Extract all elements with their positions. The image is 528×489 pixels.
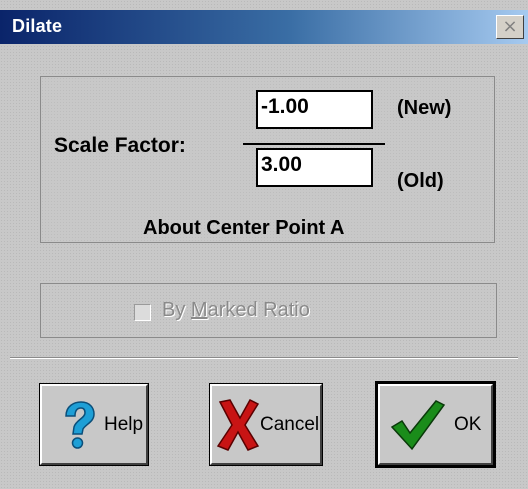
- old-label: (Old): [397, 170, 444, 192]
- center-point-label: About Center Point A: [143, 217, 345, 239]
- marked-ratio-label[interactable]: By Marked Ratio: [162, 299, 310, 322]
- new-label: (New): [397, 97, 452, 119]
- close-icon: ×: [502, 16, 518, 37]
- red-x-icon: [216, 398, 260, 451]
- new-value-input[interactable]: -1.00: [256, 90, 373, 129]
- cancel-label: Cancel: [260, 413, 320, 435]
- help-button[interactable]: Help: [39, 383, 149, 466]
- scale-factor-panel: Scale Factor: -1.00 (New) 3.00 (Old) Abo…: [40, 76, 495, 243]
- fraction-bar: [243, 143, 385, 145]
- title-bar[interactable]: Dilate ×: [0, 10, 528, 44]
- window-title: Dilate: [12, 16, 63, 36]
- divider: [10, 357, 518, 359]
- cancel-button[interactable]: Cancel: [209, 383, 323, 466]
- scale-factor-label: Scale Factor:: [54, 134, 186, 157]
- question-mark-icon: [65, 400, 95, 449]
- old-value-input[interactable]: 3.00: [256, 148, 373, 187]
- ok-button[interactable]: OK: [375, 381, 496, 468]
- ok-label: OK: [454, 413, 482, 435]
- green-check-icon: [390, 399, 446, 450]
- dilate-dialog: Dilate × Scale Factor: -1.00 (New) 3.00 …: [0, 0, 528, 489]
- close-button[interactable]: ×: [496, 15, 524, 39]
- marked-ratio-checkbox[interactable]: [134, 304, 151, 321]
- help-label: Help: [104, 413, 144, 435]
- marked-ratio-group: By Marked Ratio: [40, 283, 497, 338]
